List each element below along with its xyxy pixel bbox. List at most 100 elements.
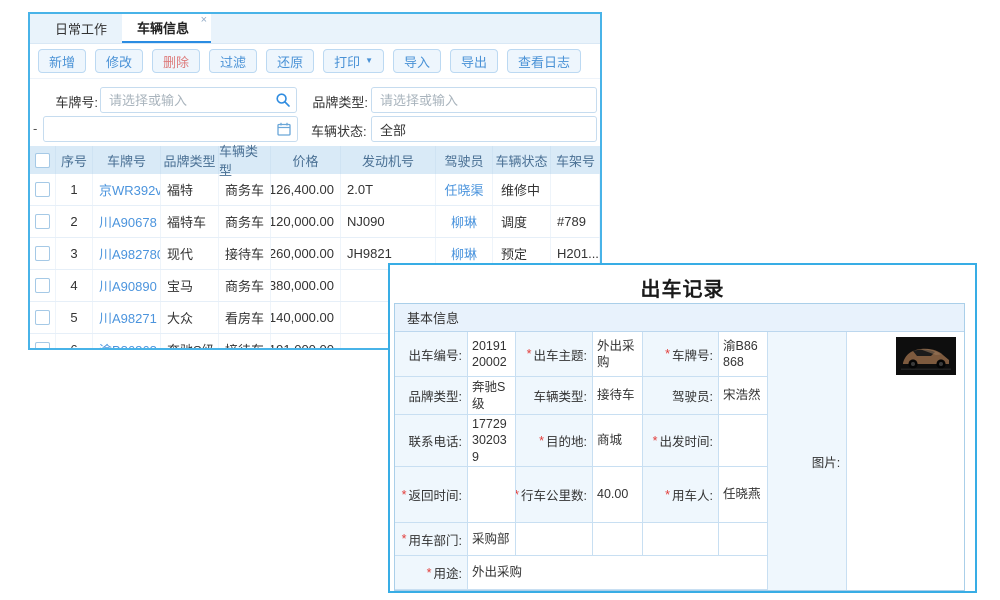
- tab-daily-work[interactable]: 日常工作: [40, 14, 122, 43]
- row-checkbox[interactable]: [35, 310, 50, 325]
- search-icon[interactable]: [275, 92, 291, 108]
- plate-link[interactable]: 渝B86868: [99, 340, 157, 350]
- row-checkbox[interactable]: [35, 246, 50, 261]
- plate-link[interactable]: 川A98271: [99, 308, 157, 327]
- record-form-body: 出车编号:2019120002*出车主题:外出采购*车牌号:渝B86868品牌类…: [395, 332, 964, 590]
- field-label-text: 车牌号:: [672, 345, 713, 364]
- column-header-frame: 车架号: [551, 146, 600, 174]
- cell-frame: #789: [551, 206, 600, 237]
- cell-plate: 川A98271: [93, 302, 161, 333]
- export-button-label: 导出: [461, 52, 487, 71]
- row-checkbox-cell: [30, 334, 56, 350]
- field-value-plate-no: 渝B86868: [719, 332, 768, 377]
- plate-link[interactable]: 川A90678: [99, 212, 157, 231]
- record-form-grid: 出车编号:2019120002*出车主题:外出采购*车牌号:渝B86868品牌类…: [395, 332, 768, 590]
- field-label-text: 用途:: [434, 563, 462, 582]
- status-filter-label: 车辆状态:: [311, 121, 366, 140]
- record-form: 基本信息 出车编号:2019120002*出车主题:外出采购*车牌号:渝B868…: [394, 303, 965, 591]
- import-button[interactable]: 导入: [393, 49, 441, 73]
- delete-button-label: 删除: [163, 52, 189, 71]
- header-checkbox-cell: [30, 146, 56, 174]
- close-tab-icon[interactable]: ×: [201, 14, 207, 26]
- column-header-type: 车辆类型: [219, 146, 271, 174]
- calendar-icon[interactable]: [276, 121, 292, 137]
- required-asterisk: *: [653, 434, 658, 448]
- driver-link[interactable]: 任晓渠: [444, 180, 483, 199]
- date-range-dash: -: [33, 121, 37, 136]
- row-checkbox[interactable]: [35, 278, 50, 293]
- row-checkbox[interactable]: [35, 182, 50, 197]
- field-label-dispatch-subject: *出车主题:: [516, 332, 593, 377]
- plate-link[interactable]: 川A90890: [99, 276, 157, 295]
- field-label-text: 用车人:: [672, 485, 713, 504]
- field-value-return-time: [468, 467, 516, 523]
- cell-driver: 任晓渠: [436, 174, 493, 205]
- filter-button[interactable]: 过滤: [209, 49, 257, 73]
- print-button[interactable]: 打印 ▼: [323, 49, 384, 73]
- table-header-row: 序号车牌号品牌类型车辆类型价格发动机号驾驶员车辆状态车架号: [30, 146, 600, 174]
- cell-seq: 3: [56, 238, 93, 269]
- select-all-checkbox[interactable]: [35, 153, 50, 168]
- cell-seq: 4: [56, 270, 93, 301]
- restore-button[interactable]: 还原: [266, 49, 314, 73]
- row-checkbox[interactable]: [35, 342, 50, 350]
- column-header-price: 价格: [271, 146, 341, 174]
- view-log-button-label: 查看日志: [518, 52, 570, 71]
- driver-link[interactable]: 柳琳: [451, 212, 477, 231]
- field-value-user-department: 采购部: [468, 523, 516, 556]
- field-label-mileage: *行车公里数:: [516, 467, 593, 523]
- field-value-purpose: 外出采购: [468, 556, 768, 590]
- tab-vehicle-info[interactable]: 车辆信息 ×: [122, 14, 211, 43]
- field-label-vehicle-type: 车辆类型:: [516, 377, 593, 415]
- field-label-text: 品牌类型:: [409, 386, 462, 405]
- brand-search-input[interactable]: [371, 87, 597, 113]
- toolbar: 新增 修改 删除 过滤 还原 打印 ▼ 导入 导出 查看日志: [30, 44, 600, 79]
- view-log-button[interactable]: 查看日志: [507, 49, 581, 73]
- print-button-label: 打印: [334, 52, 360, 71]
- export-button[interactable]: 导出: [450, 49, 498, 73]
- import-button-label: 导入: [404, 52, 430, 71]
- field-value-brand-type: 奔驰S级: [468, 377, 516, 415]
- car-thumbnail[interactable]: [896, 337, 956, 375]
- print-caret-icon: ▼: [365, 57, 373, 65]
- cell-price: 380,000.00: [271, 270, 341, 301]
- cell-brand: 福特: [161, 174, 219, 205]
- status-select[interactable]: 全部: [371, 116, 597, 142]
- plate-search-input[interactable]: [100, 87, 297, 113]
- field-label-purpose: *用途:: [395, 556, 468, 590]
- cell-plate: 川A90890: [93, 270, 161, 301]
- cell-price: 126,400.00: [271, 174, 341, 205]
- table-row: 2川A90678福特车商务车120,000.00NJ090柳琳调度#789: [30, 206, 600, 238]
- field-label-driver: 驾驶员:: [643, 377, 719, 415]
- driver-link[interactable]: 柳琳: [451, 244, 477, 263]
- delete-button[interactable]: 删除: [152, 49, 200, 73]
- add-button[interactable]: 新增: [38, 49, 86, 73]
- field-label-text: 车辆类型:: [534, 386, 587, 405]
- cell-brand: 宝马: [161, 270, 219, 301]
- picture-cell: [847, 332, 964, 590]
- table-row: 1京WR392v福特商务车126,400.002.0T任晓渠维修中: [30, 174, 600, 206]
- cell-status: 维修中: [493, 174, 551, 205]
- edit-button[interactable]: 修改: [95, 49, 143, 73]
- brand-filter-label: 品牌类型:: [311, 92, 368, 111]
- field-label-departure-time: *出发时间:: [643, 415, 719, 467]
- date-input[interactable]: [43, 116, 298, 142]
- field-value-blank-2: [719, 523, 768, 556]
- cell-type: 接待车: [219, 334, 271, 350]
- cell-price: 120,000.00: [271, 206, 341, 237]
- add-button-label: 新增: [49, 52, 75, 71]
- plate-link[interactable]: 京WR392v: [99, 180, 161, 199]
- field-value-contact-phone: 17729302039: [468, 415, 516, 467]
- restore-button-label: 还原: [277, 52, 303, 71]
- picture-label-cell: 图片:: [768, 332, 847, 590]
- plate-link[interactable]: 川A982780: [99, 244, 161, 263]
- plate-filter-label: 车牌号:: [30, 92, 98, 111]
- section-header-basic-info: 基本信息: [395, 304, 964, 332]
- field-label-text: 驾驶员:: [672, 386, 713, 405]
- cell-brand: 现代: [161, 238, 219, 269]
- cell-plate: 川A982780: [93, 238, 161, 269]
- cell-engine: 2.0T: [341, 174, 436, 205]
- row-checkbox[interactable]: [35, 214, 50, 229]
- row-checkbox-cell: [30, 238, 56, 269]
- column-header-engine: 发动机号: [341, 146, 436, 174]
